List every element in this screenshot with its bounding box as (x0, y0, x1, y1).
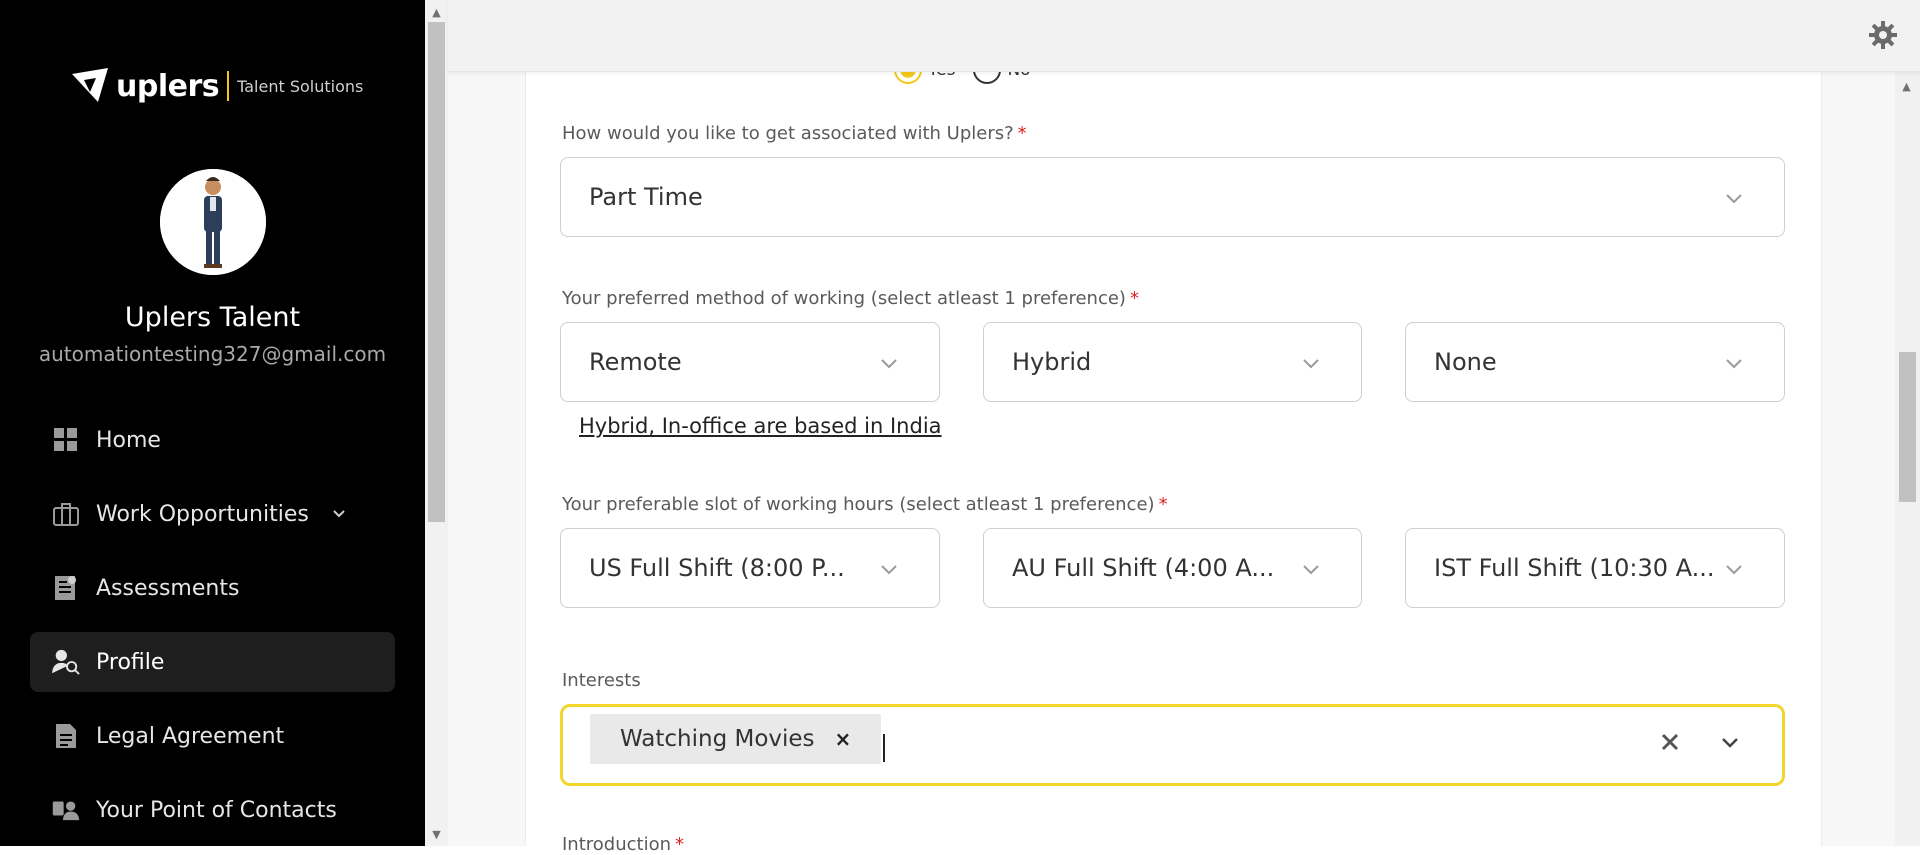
interest-chip-label: Watching Movies (620, 726, 815, 752)
logo-divider (227, 71, 230, 101)
main-scrollbar[interactable]: ▲ (1895, 72, 1920, 846)
working-method-label: Your preferred method of working (select… (562, 288, 1139, 309)
clear-all-icon[interactable] (1659, 731, 1681, 753)
working-hours-select-1[interactable]: US Full Shift (8:00 P... (560, 528, 940, 608)
chevron-down-icon (1726, 359, 1742, 369)
sidebar-scrollbar[interactable]: ▲ ▼ (425, 0, 448, 846)
working-hours-select-2[interactable]: AU Full Shift (4:00 A... (983, 528, 1362, 608)
scrollbar-thumb[interactable] (1899, 352, 1916, 502)
uplers-logo-icon (72, 68, 108, 102)
sidebar: uplers Talent Solutions Uplers Talent au… (0, 0, 425, 846)
top-bar (448, 0, 1920, 72)
working-hours-select-3[interactable]: IST Full Shift (10:30 A... (1405, 528, 1785, 608)
text-cursor (883, 734, 885, 762)
working-method-value: Hybrid (1012, 348, 1092, 376)
sidebar-item-profile[interactable]: Profile (30, 632, 395, 692)
working-method-value: None (1434, 348, 1497, 376)
logo-subtitle: Talent Solutions (237, 76, 364, 96)
chevron-down-icon (1726, 194, 1742, 204)
logo-wordmark: uplers (116, 68, 220, 104)
interests-multiselect[interactable]: Watching Movies × (560, 704, 1785, 786)
working-method-value: Remote (589, 348, 682, 376)
sidebar-item-label: Profile (96, 649, 165, 675)
sidebar-item-label: Work Opportunities (96, 501, 309, 527)
grid-icon (52, 426, 80, 454)
remove-chip-icon[interactable]: × (835, 727, 852, 751)
avatar-illustration (160, 169, 266, 275)
contacts-icon (52, 796, 80, 824)
india-location-note-link[interactable]: Hybrid, In-office are based in India (579, 414, 942, 438)
interest-chip: Watching Movies × (590, 714, 882, 764)
sidebar-item-legal-agreement[interactable]: Legal Agreement (30, 706, 395, 766)
association-label: How would you like to get associated wit… (562, 123, 1027, 144)
working-hours-label: Your preferable slot of working hours (s… (562, 494, 1168, 515)
gear-icon[interactable] (1868, 20, 1898, 50)
profile-search-icon (52, 648, 80, 676)
uplers-logo[interactable]: uplers Talent Solutions (68, 66, 363, 106)
interests-label: Interests (562, 670, 641, 691)
chevron-down-icon (1303, 359, 1319, 369)
scroll-up-arrow-icon[interactable]: ▲ (1895, 76, 1918, 96)
working-method-select-1[interactable]: Remote (560, 322, 940, 402)
sidebar-item-label: Home (96, 427, 161, 453)
chevron-down-icon (1303, 565, 1319, 575)
working-method-select-2[interactable]: Hybrid (983, 322, 1362, 402)
avatar[interactable] (160, 169, 266, 275)
working-hours-value: IST Full Shift (10:30 A... (1434, 554, 1715, 582)
sidebar-nav: Home Work Opportunities Assessments Prof… (30, 410, 395, 854)
scroll-down-arrow-icon[interactable]: ▼ (425, 824, 448, 844)
sidebar-item-assessments[interactable]: Assessments (30, 558, 395, 618)
user-email: automationtesting327@gmail.com (38, 342, 387, 366)
briefcase-icon (52, 500, 80, 528)
sidebar-item-home[interactable]: Home (30, 410, 395, 470)
user-name: Uplers Talent (124, 302, 301, 333)
sidebar-item-label: Assessments (96, 575, 240, 601)
chevron-down-icon (1726, 565, 1742, 575)
scroll-up-arrow-icon[interactable]: ▲ (425, 2, 448, 22)
working-hours-value: US Full Shift (8:00 P... (589, 554, 845, 582)
assessment-icon (52, 574, 80, 602)
chevron-down-icon (881, 565, 897, 575)
sidebar-item-label: Legal Agreement (96, 723, 285, 749)
working-hours-value: AU Full Shift (4:00 A... (1012, 554, 1275, 582)
introduction-label: Introduction * (562, 834, 685, 855)
chevron-down-icon[interactable] (1720, 733, 1740, 753)
scrollbar-thumb[interactable] (428, 22, 445, 522)
association-value: Part Time (589, 183, 703, 211)
working-method-select-3[interactable]: None (1405, 322, 1785, 402)
sidebar-item-point-of-contacts[interactable]: Your Point of Contacts (30, 780, 395, 840)
association-select[interactable]: Part Time (560, 157, 1785, 237)
document-icon (52, 722, 80, 750)
chevron-down-icon (881, 359, 897, 369)
chevron-down-icon[interactable] (331, 506, 347, 522)
sidebar-item-work-opportunities[interactable]: Work Opportunities (30, 484, 395, 544)
sidebar-item-label: Your Point of Contacts (96, 797, 337, 823)
